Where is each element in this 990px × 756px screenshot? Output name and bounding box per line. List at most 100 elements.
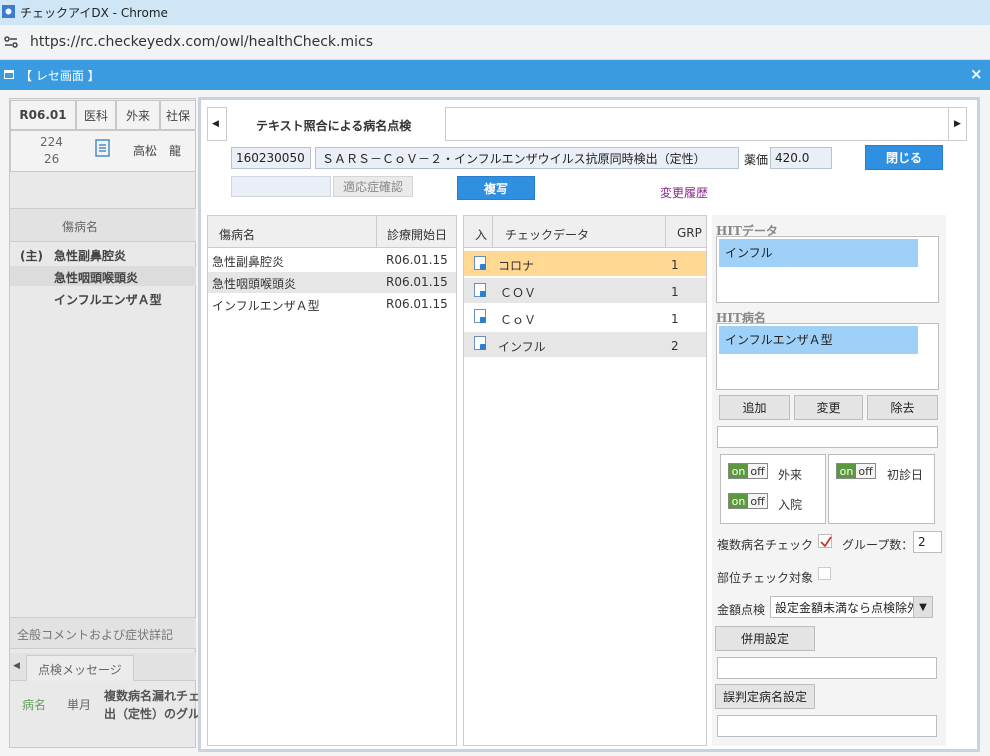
window-title: チェックアイDX - Chrome	[20, 6, 168, 20]
header-dept: 医科	[76, 100, 116, 130]
table-cell-disease: 急性咽頭喉頭炎	[212, 277, 297, 291]
col-divider	[376, 216, 377, 248]
modal-title-bar: 【 レセ画面 】 ×	[0, 60, 990, 90]
tab-prev-icon[interactable]: ◀	[13, 661, 20, 671]
header-visit-type: 外来	[116, 100, 160, 130]
check-data-cell: ＣＯＶ	[500, 286, 537, 300]
toggle-off: off	[856, 464, 875, 478]
toggle-on: on	[729, 464, 748, 478]
col-disease-name: 傷病名	[219, 228, 256, 242]
close-icon[interactable]: ×	[970, 65, 983, 83]
tab-next-icon[interactable]: ▶	[954, 119, 961, 129]
document-edit-icon[interactable]	[474, 283, 486, 297]
main-disease-prefix: (主)	[20, 249, 43, 263]
check-data-cell: コロナ	[498, 259, 535, 273]
item-code-field[interactable]: 160230050	[231, 147, 311, 169]
header-insurance: 社保	[160, 100, 196, 130]
document-icon[interactable]	[93, 138, 113, 158]
amount-check-label: 金額点検	[717, 603, 766, 617]
amount-select-value: 設定金額未満なら点検除外	[775, 600, 920, 615]
left-disease-item[interactable]: 急性副鼻腔炎	[54, 247, 126, 264]
add-button[interactable]: 追加	[719, 395, 790, 420]
inpatient-toggle[interactable]: on off	[728, 493, 768, 509]
group-count-label: グループ数：	[842, 538, 914, 552]
combined-settings-button[interactable]: 併用設定	[715, 626, 815, 651]
price-field[interactable]: 420.0	[770, 147, 832, 169]
col-grp: GRP	[677, 226, 702, 240]
check-data-cell: インフル	[498, 340, 546, 354]
message-text-line2: 出（定性）のグル	[104, 707, 201, 721]
outpatient-toggle[interactable]: on off	[728, 463, 768, 479]
check-icon	[820, 536, 832, 548]
copy-button[interactable]: 複写	[457, 176, 535, 200]
grp-cell: 1	[671, 258, 679, 272]
first-visit-toggle[interactable]: on off	[836, 463, 876, 479]
document-edit-icon[interactable]	[474, 336, 486, 350]
change-history-link[interactable]: 変更履歴	[660, 184, 708, 201]
toggle-on: on	[729, 494, 748, 508]
document-edit-icon[interactable]	[474, 309, 486, 323]
message-text-line1: 複数病名漏れチェ	[104, 689, 201, 703]
multi-disease-check-label: 複数病名チェック	[717, 538, 814, 552]
tab-check-message-label: 点検メッセージ	[38, 663, 122, 677]
multi-disease-checkbox[interactable]	[818, 534, 832, 548]
document-edit-icon[interactable]	[474, 256, 486, 270]
left-disease-item[interactable]: インフルエンザＡ型	[54, 291, 162, 308]
group-count-input[interactable]: 2	[913, 531, 942, 553]
hit-disease-item[interactable]: インフルエンザＡ型	[719, 326, 918, 354]
remove-button[interactable]: 除去	[867, 395, 938, 420]
first-visit-label: 初診日	[887, 468, 924, 482]
left-disease-item[interactable]: 急性咽頭喉頭炎	[54, 269, 138, 286]
grp-cell: 1	[671, 285, 679, 299]
combined-settings-input[interactable]	[717, 657, 937, 679]
close-button[interactable]: 閉じる	[865, 145, 943, 170]
modal-title: 【 レセ画面 】	[20, 69, 100, 83]
col-start-date: 診療開始日	[387, 228, 448, 242]
hit-text-input[interactable]	[717, 426, 938, 448]
check-data-cell: ＣｏＶ	[500, 313, 537, 327]
app-icon	[2, 5, 15, 18]
address-bar[interactable]: https://rc.checkeyedx.com/owl/healthChec…	[0, 25, 990, 60]
message-col-disease: 病名	[22, 698, 47, 712]
col-divider	[665, 216, 666, 248]
header-date: R06.01	[10, 100, 76, 130]
outpatient-label: 外来	[778, 468, 803, 482]
chevron-down-icon[interactable]: ▼	[913, 597, 932, 617]
table-cell-disease: インフルエンザＡ型	[212, 299, 320, 313]
toggle-on: on	[837, 464, 856, 478]
part-check-label: 部位チェック対象	[717, 571, 814, 585]
table-cell-disease: 急性副鼻腔炎	[212, 255, 285, 269]
indication-check-button[interactable]: 適応症確認	[333, 176, 413, 197]
site-settings-icon[interactable]	[3, 34, 19, 50]
grp-cell: 1	[671, 312, 679, 326]
toggle-off: off	[748, 494, 767, 508]
patient-number-1: 224	[40, 135, 63, 149]
part-check-checkbox[interactable]	[818, 567, 831, 580]
misjudge-disease-input[interactable]	[717, 715, 937, 737]
inpatient-label: 入院	[778, 498, 803, 512]
col-input: 入	[475, 228, 488, 242]
grp-cell: 2	[671, 339, 679, 353]
url-text[interactable]: https://rc.checkeyedx.com/owl/healthChec…	[30, 34, 373, 50]
change-button[interactable]: 変更	[794, 395, 863, 420]
message-col-period: 単月	[67, 698, 92, 712]
disease-list-header	[10, 208, 196, 242]
amount-check-select[interactable]: 設定金額未満なら点検除外	[770, 596, 933, 618]
item-name-field[interactable]: ＳＡＲＳ－ＣｏＶ－２・インフルエンザウイルス抗原同時検出（定性）	[315, 147, 739, 169]
tab-text-check-label: テキスト照合による病名点検	[256, 119, 412, 133]
patient-number-2: 26	[44, 152, 60, 166]
tab-prev-icon[interactable]: ◀	[212, 119, 219, 129]
hit-data-item[interactable]: インフル	[719, 239, 918, 267]
misjudge-disease-button[interactable]: 誤判定病名設定	[715, 684, 815, 709]
toggle-off: off	[748, 464, 767, 478]
table-cell-date: R06.01.15	[386, 297, 448, 311]
col-divider	[492, 216, 493, 248]
indication-input[interactable]	[231, 176, 331, 197]
disease-header-label: 傷病名	[62, 220, 99, 234]
table-cell-date: R06.01.15	[386, 275, 448, 289]
left-pane	[9, 98, 196, 748]
col-check-data: チェックデータ	[505, 228, 590, 242]
window-title-bar: チェックアイDX - Chrome	[0, 0, 990, 25]
window-icon	[4, 70, 14, 79]
comment-section-label: 全般コメントおよび症状詳記	[17, 628, 174, 642]
